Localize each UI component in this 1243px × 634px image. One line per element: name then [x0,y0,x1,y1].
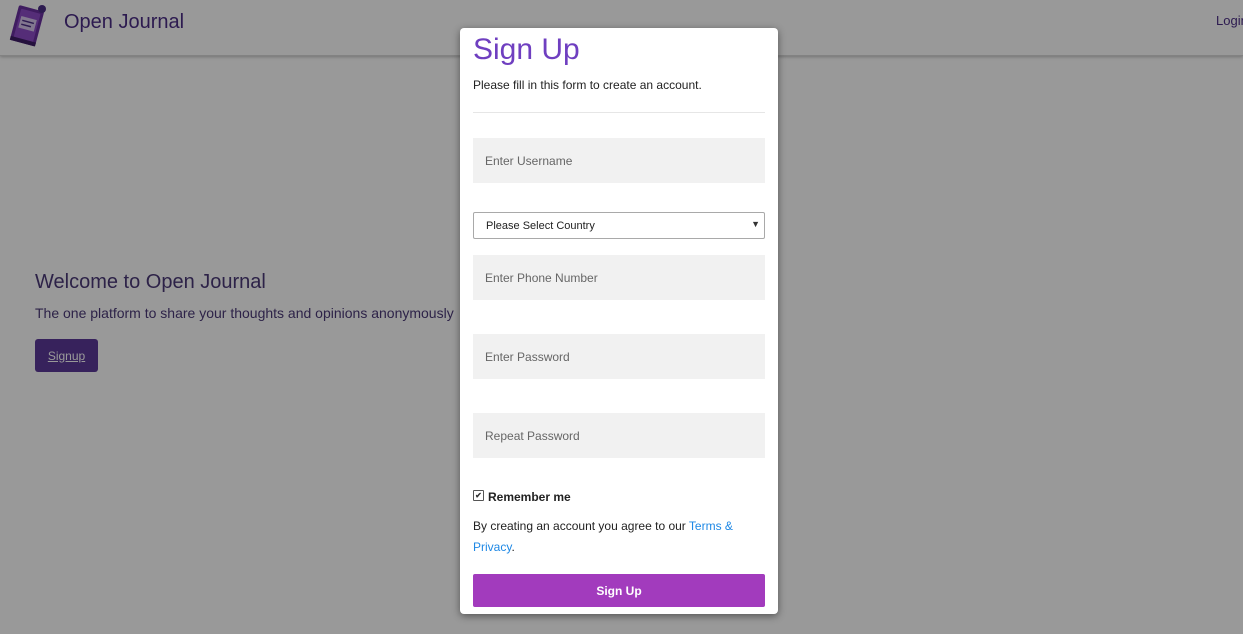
signup-modal: Sign Up Please fill in this form to crea… [460,28,778,614]
signup-submit-button[interactable]: Sign Up [473,574,765,607]
remember-label: Remember me [488,490,571,504]
modal-title: Sign Up [473,33,580,66]
terms-text: By creating an account you agree to our … [473,516,765,558]
remember-me[interactable]: ✔ Remember me [473,489,571,504]
password-input[interactable] [473,334,765,379]
chevron-down-icon: ▼ [751,219,760,229]
repeat-password-input[interactable] [473,413,765,458]
terms-suffix: . [511,540,515,554]
remember-checkbox[interactable]: ✔ [473,489,484,501]
username-input[interactable] [473,138,765,183]
country-select-value: Please Select Country [486,220,595,232]
modal-subtitle: Please fill in this form to create an ac… [473,78,702,92]
country-select[interactable]: Please Select Country ▼ [473,212,765,239]
divider [473,112,765,113]
terms-prefix: By creating an account you agree to our [473,519,689,533]
phone-input[interactable] [473,255,765,300]
